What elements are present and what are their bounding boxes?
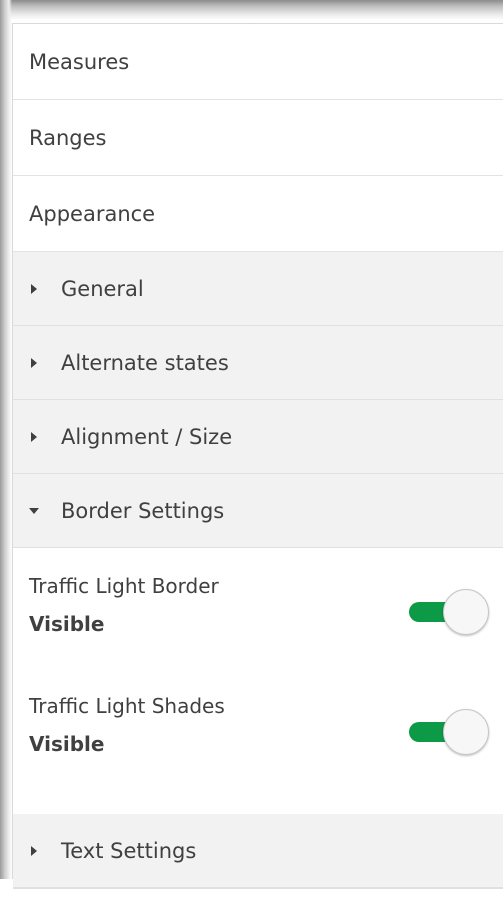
accordion-alternate-states[interactable]: Alternate states <box>13 326 503 400</box>
accordion-general[interactable]: General <box>13 252 503 326</box>
accordion-text-settings[interactable]: Text Settings <box>13 814 503 888</box>
traffic-light-shades-setting: Traffic Light Shades Visible <box>13 684 503 804</box>
properties-panel-frame: Measures Ranges Appearance General Alter… <box>0 0 503 901</box>
accordion-border-settings[interactable]: Border Settings <box>13 474 503 548</box>
accordion-general-label: General <box>61 276 144 301</box>
caret-right-icon <box>29 283 61 294</box>
traffic-light-shades-toggle[interactable] <box>409 709 489 755</box>
caret-right-icon <box>29 357 61 368</box>
section-ranges[interactable]: Ranges <box>13 100 503 176</box>
toggle-knob <box>443 589 489 635</box>
section-ranges-label: Ranges <box>29 125 107 150</box>
panel-bottom-edge <box>13 888 503 901</box>
accordion-text-settings-label: Text Settings <box>61 838 197 863</box>
accordion-alignment-size[interactable]: Alignment / Size <box>13 400 503 474</box>
traffic-light-border-setting: Traffic Light Border Visible <box>13 564 503 684</box>
properties-panel: Measures Ranges Appearance General Alter… <box>12 23 503 901</box>
accordion-alignment-size-label: Alignment / Size <box>61 424 233 449</box>
section-measures-label: Measures <box>29 49 130 74</box>
caret-down-icon <box>29 507 61 514</box>
section-measures[interactable]: Measures <box>13 24 503 100</box>
toggle-knob <box>443 709 489 755</box>
caret-right-icon <box>29 431 61 442</box>
traffic-light-border-toggle[interactable] <box>409 589 489 635</box>
accordion-border-settings-label: Border Settings <box>61 498 225 523</box>
border-settings-content: Traffic Light Border Visible Traffic Lig… <box>13 548 503 814</box>
accordion-alternate-states-label: Alternate states <box>61 350 229 375</box>
caret-right-icon <box>29 845 61 856</box>
section-appearance-label: Appearance <box>29 201 156 226</box>
section-appearance[interactable]: Appearance <box>13 176 503 252</box>
